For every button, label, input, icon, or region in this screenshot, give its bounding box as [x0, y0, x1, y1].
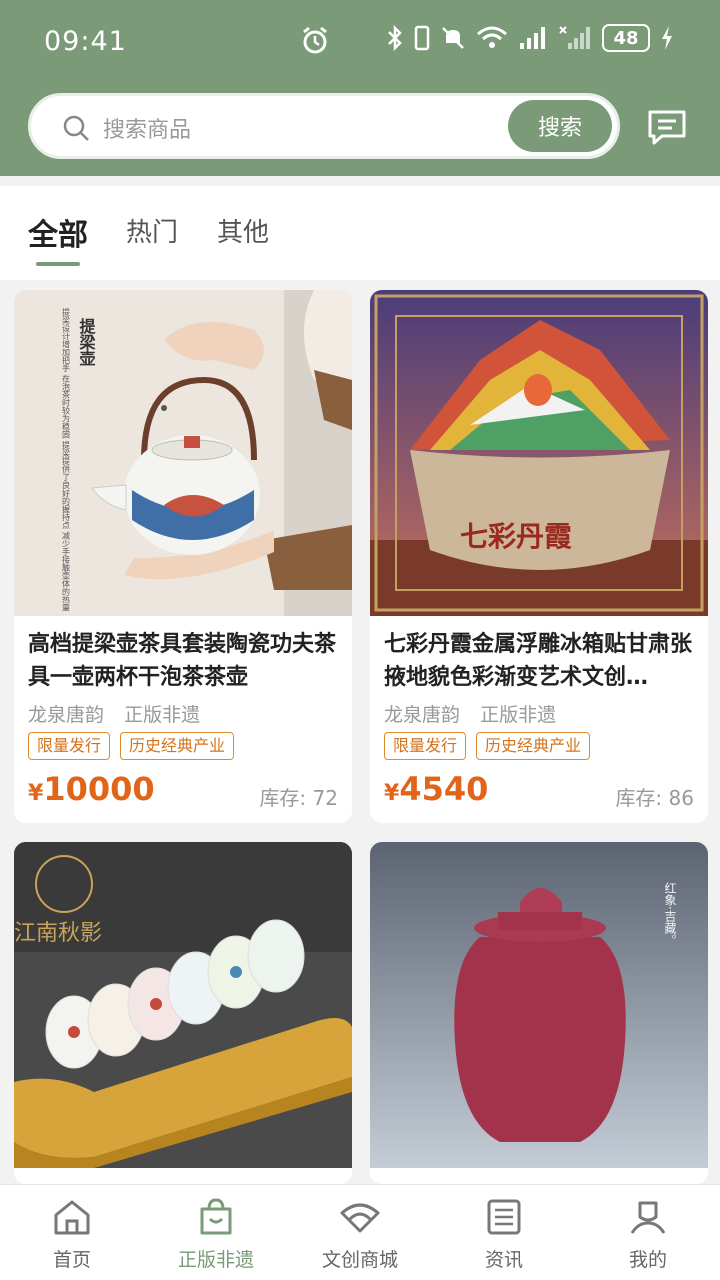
- product-image: 红象·吉藏。: [370, 842, 708, 1168]
- alarm-icon: [303, 26, 327, 54]
- stock-label: 库存:: [259, 786, 307, 810]
- price-value: 4540: [399, 770, 489, 808]
- home-icon: [54, 1200, 90, 1235]
- charging-icon: [662, 26, 672, 50]
- tab-hot[interactable]: 热门: [126, 212, 178, 249]
- tab-all[interactable]: 全部: [28, 210, 88, 254]
- news-icon: [487, 1199, 521, 1235]
- product-image: 提梁壶 提梁设计增加把手 在泡茶时较为稳固 提梁提供了良好的握持点 减少手接触壶…: [14, 290, 352, 616]
- nav-label: 首页: [52, 1249, 91, 1271]
- wifi-icon: [477, 26, 507, 48]
- stock-value: 86: [668, 786, 694, 810]
- tag-badge: 历史经典产业: [476, 732, 591, 760]
- battery-indicator: 48: [602, 24, 650, 52]
- nav-label: 资讯: [484, 1249, 523, 1271]
- product-auth: 正版非遗: [124, 704, 201, 726]
- tag-badge: 限量发行: [28, 732, 111, 760]
- image-text-title: 提梁壶: [77, 318, 97, 366]
- product-image: 七彩丹霞: [370, 290, 708, 616]
- product-title: 七彩丹霞金属浮雕冰箱贴甘肃张掖地貌色彩渐变艺术文创…: [384, 632, 693, 690]
- product-stock: 库存: 86: [615, 782, 694, 811]
- image-text-logo: 江南秋影: [14, 921, 102, 946]
- product-title: 高档提梁壶茶具套装陶瓷功夫茶具一壶两杯干泡茶茶壶: [28, 632, 337, 690]
- signal-empty-icon: [559, 26, 590, 49]
- header: 09:41 48 搜索商品 搜索: [0, 0, 720, 176]
- signal-icon: [520, 27, 545, 49]
- product-meta: 龙泉唐韵 正版非遗: [28, 700, 214, 727]
- product-auth: 正版非遗: [480, 704, 557, 726]
- tag-badge: 限量发行: [384, 732, 467, 760]
- product-price: ¥4540: [384, 770, 488, 808]
- product-card[interactable]: 江南秋影: [14, 842, 352, 1184]
- product-card[interactable]: 提梁壶 提梁设计增加把手 在泡茶时较为稳固 提梁提供了良好的握持点 减少手接触壶…: [14, 290, 352, 823]
- message-icon[interactable]: [646, 108, 688, 146]
- tab-other[interactable]: 其他: [217, 212, 269, 249]
- currency-symbol: ¥: [28, 781, 44, 806]
- mute-icon: [442, 27, 464, 49]
- bluetooth-icon: [388, 25, 402, 51]
- product-tags: 限量发行 历史经典产业: [384, 732, 591, 760]
- product-card[interactable]: 红象·吉藏。: [370, 842, 708, 1184]
- bottom-navigation: 首页 正版非遗 文创商城 资讯 我的: [0, 1184, 720, 1280]
- price-value: 10000: [43, 770, 155, 808]
- status-bar: 09:41 48: [0, 0, 720, 84]
- tab-active-indicator: [36, 262, 80, 266]
- user-icon: [630, 1201, 666, 1234]
- product-brand: 龙泉唐韵: [28, 704, 105, 726]
- phone-icon: [414, 25, 430, 51]
- stock-value: 72: [312, 786, 338, 810]
- stock-label: 库存:: [615, 786, 663, 810]
- product-tags: 限量发行 历史经典产业: [28, 732, 235, 760]
- nav-label: 正版非遗: [177, 1249, 254, 1271]
- product-stock: 库存: 72: [259, 782, 338, 811]
- nav-home[interactable]: 首页: [0, 1185, 144, 1280]
- nav-label: 文创商城: [321, 1249, 398, 1271]
- product-price: ¥10000: [28, 770, 155, 808]
- product-meta: 龙泉唐韵 正版非遗: [384, 700, 570, 727]
- nav-cultural-mall[interactable]: 文创商城: [288, 1185, 432, 1280]
- search-bar[interactable]: 搜索商品 搜索: [28, 93, 620, 159]
- category-tabs: 全部 热门 其他: [0, 186, 720, 280]
- image-text-caption: 红象·吉藏。: [663, 881, 677, 946]
- currency-symbol: ¥: [384, 781, 400, 806]
- shopping-bag-icon: [200, 1198, 232, 1235]
- product-card[interactable]: 七彩丹霞 七彩丹霞金属浮雕冰箱贴甘肃张掖地貌色彩渐变艺术文创… 龙泉唐韵 正版非…: [370, 290, 708, 823]
- search-input[interactable]: 搜索商品: [103, 112, 191, 144]
- product-image: 江南秋影: [14, 842, 352, 1168]
- search-button[interactable]: 搜索: [508, 100, 612, 152]
- nav-heritage[interactable]: 正版非遗: [144, 1185, 288, 1280]
- image-text-desc: 提梁设计增加把手 在泡茶时较为稳固 提梁提供了良好的握持点 减少手接触壶体的热量: [62, 307, 71, 612]
- nav-news[interactable]: 资讯: [432, 1185, 576, 1280]
- status-icons: 48: [386, 24, 674, 52]
- nav-profile[interactable]: 我的: [576, 1185, 720, 1280]
- nav-label: 我的: [628, 1249, 667, 1271]
- search-icon: [63, 115, 89, 141]
- product-brand: 龙泉唐韵: [384, 704, 461, 726]
- status-time: 09:41: [44, 26, 127, 57]
- tag-badge: 历史经典产业: [120, 732, 235, 760]
- image-text-title: 七彩丹霞: [460, 520, 573, 553]
- fan-icon: [340, 1203, 380, 1233]
